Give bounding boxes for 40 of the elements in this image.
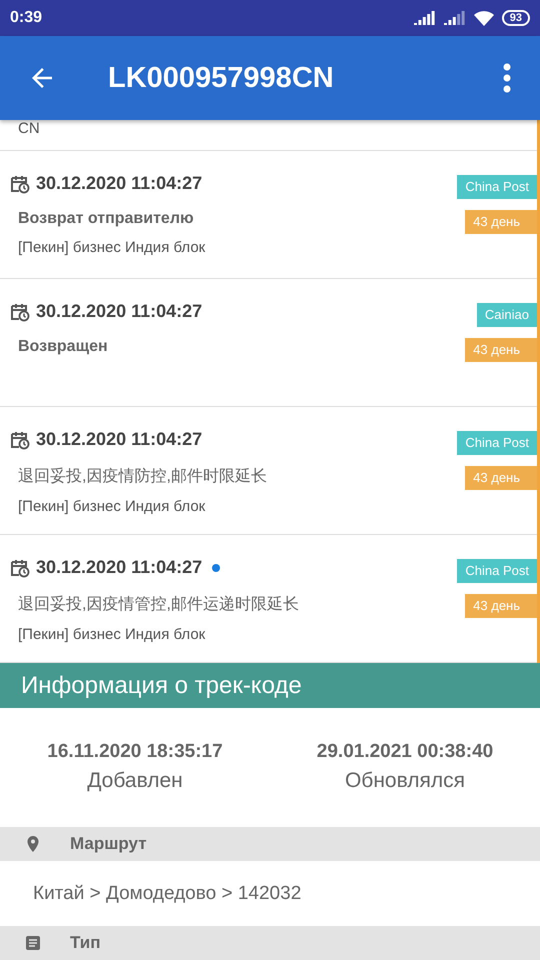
days-tag: 43 день [465, 466, 537, 490]
signal-icon [414, 11, 436, 25]
event-date: 30.12.2020 11:04:27 [36, 557, 202, 578]
event-status: 退回妥投,因疫情管控,邮件运递时限延长 [18, 594, 300, 615]
days-tag: 43 день [465, 338, 537, 362]
stat-value: 16.11.2020 18:35:17 [47, 741, 223, 763]
calendar-clock-icon [10, 174, 30, 194]
carrier-tag: Cainiao [476, 303, 537, 327]
stat-label: Обновлялся [344, 769, 466, 793]
section-header: Информация о трек-коде [0, 663, 540, 708]
wifi-icon [474, 10, 494, 26]
more-options-icon[interactable] [502, 63, 512, 93]
battery-level: 93 [502, 10, 530, 26]
carrier-tag: China Post [457, 431, 537, 455]
signal-icon [444, 11, 466, 25]
days-tag: 43 день [465, 594, 537, 618]
stat-label: Добавлен [87, 769, 183, 793]
event-location: [Пекин] бизнес Индия блок [18, 239, 206, 256]
status-time: 0:39 [10, 9, 44, 27]
info-section-value: Китай > Домодедово > 142032 [33, 882, 302, 904]
carrier-tag: China Post [457, 175, 537, 199]
event-status: Возврат отправителю [18, 210, 195, 228]
event-location: [Пекин] бизнес Индия блок [18, 626, 206, 643]
days-tag: 43 день [465, 210, 537, 234]
event-date: 30.12.2020 11:04:27 [36, 173, 202, 194]
event-location: CN [18, 122, 40, 136]
event-location: [Пекин] бизнес Индия блок [18, 498, 206, 515]
carrier-tag: China Post [457, 559, 537, 583]
stat-value: 29.01.2021 00:38:40 [316, 741, 494, 763]
calendar-clock-icon [10, 302, 30, 322]
event-date: 30.12.2020 11:04:27 [36, 429, 202, 450]
info-section-title: Тип [70, 933, 100, 953]
event-status: Возвращен [18, 338, 109, 356]
document-icon [24, 934, 42, 952]
app-bar-title: LK000957998CN [108, 62, 335, 94]
event-status: 退回妥投,因疫情防控,邮件时限延长 [18, 466, 268, 487]
calendar-clock-icon [10, 430, 30, 450]
event-date: 30.12.2020 11:04:27 [36, 301, 202, 322]
calendar-clock-icon [10, 558, 30, 578]
info-section-title: Маршрут [70, 834, 147, 854]
